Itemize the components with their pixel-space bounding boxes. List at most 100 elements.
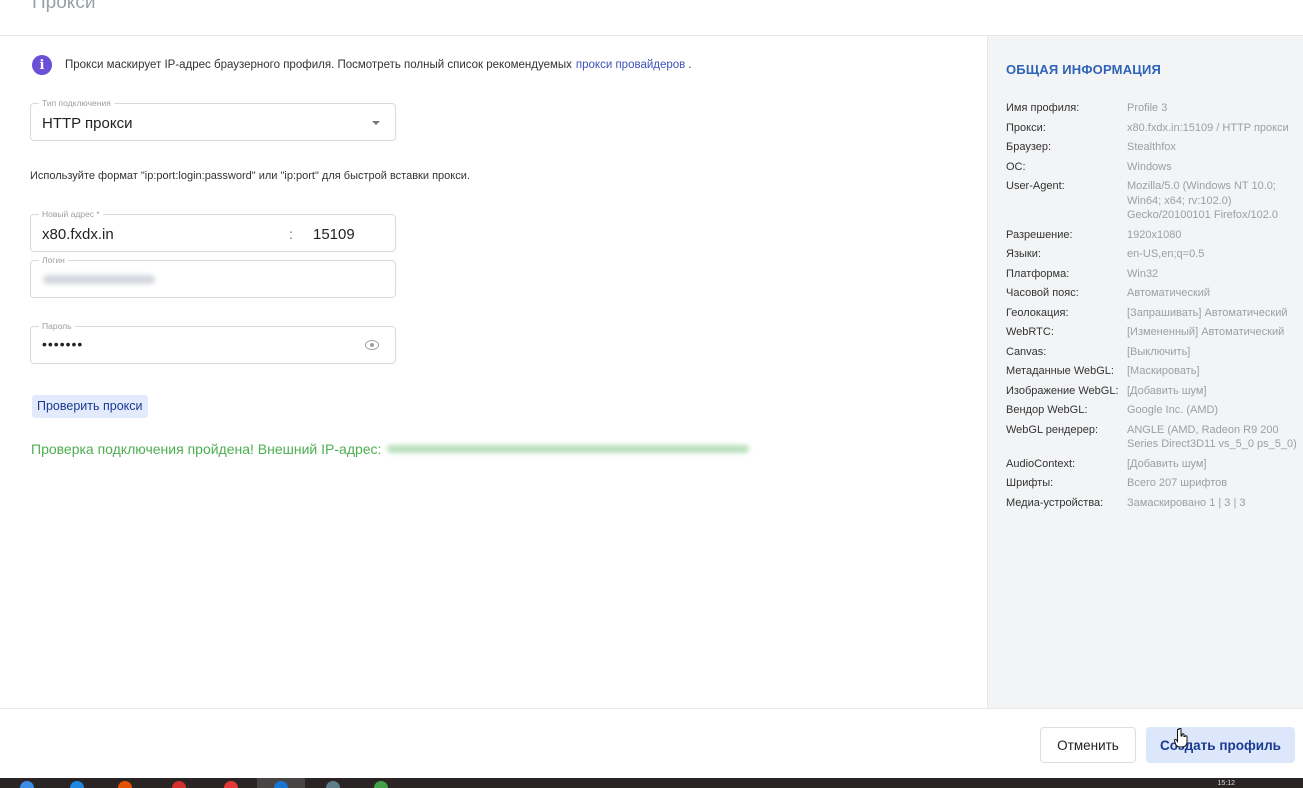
connection-type-select[interactable]: Тип подключения HTTP прокси	[30, 98, 396, 141]
info-row: Прокси: x80.fxdx.in:15109 / HTTP прокси	[1006, 121, 1303, 136]
info-value: x80.fxdx.in:15109 / HTTP прокси	[1127, 121, 1289, 134]
info-value: [Маскировать]	[1127, 365, 1200, 377]
info-label: Разрешение:	[1006, 228, 1073, 241]
create-profile-button[interactable]: Создать профиль	[1146, 727, 1295, 763]
info-label: Canvas:	[1006, 345, 1047, 358]
os-taskbar: 15:12	[0, 778, 1303, 788]
info-label: Шрифты:	[1006, 477, 1054, 489]
info-label: Медиа-устройства:	[1006, 496, 1104, 509]
info-row: Метаданные WebGL: [Маскировать]	[1006, 364, 1303, 379]
app-icon[interactable]	[374, 781, 388, 788]
info-row: Имя профиля: Profile 3	[1006, 101, 1303, 116]
info-label: ОС:	[1006, 160, 1026, 173]
info-value: Автоматический	[1127, 287, 1211, 299]
dialog-footer: Отменить Создать профиль	[0, 708, 1303, 778]
address-port-separator: :	[289, 226, 293, 242]
info-label: WebRTC:	[1006, 326, 1054, 338]
cancel-button[interactable]: Отменить	[1040, 727, 1136, 763]
info-row: Часовой пояс: Автоматический	[1006, 286, 1303, 301]
info-row: Canvas: [Выключить]	[1006, 345, 1303, 360]
login-value-blurred	[43, 275, 155, 284]
connection-success-message: Проверка подключения пройдена! Внешний I…	[31, 441, 750, 457]
providers-link[interactable]: прокси провайдеров	[576, 59, 685, 71]
start-icon[interactable]	[20, 781, 34, 788]
info-row: Медиа-устройства: Замаскировано 1 | 3 | 3	[1006, 496, 1303, 511]
eye-icon[interactable]	[365, 340, 379, 350]
info-label: Вендор WebGL:	[1006, 404, 1088, 416]
general-info-title: ОБЩАЯ ИНФОРМАЦИЯ	[1006, 62, 1162, 77]
password-field[interactable]: Пароль •••••••	[30, 321, 396, 364]
general-info-panel: ОБЩАЯ ИНФОРМАЦИЯ Имя профиля: Profile 3 П…	[987, 36, 1303, 708]
caret-down-icon[interactable]	[372, 121, 380, 125]
info-row: Браузер: Stealthfox	[1006, 140, 1303, 155]
password-label: Пароль	[39, 321, 75, 331]
info-value: [Выключить]	[1127, 345, 1191, 358]
info-value: [Добавить шум]	[1127, 384, 1207, 397]
info-value: Всего 207 шрифтов	[1127, 477, 1228, 489]
info-value: Win32	[1127, 267, 1159, 280]
check-proxy-button[interactable]: Проверить прокси	[32, 395, 148, 418]
connection-type-label: Тип подключения	[39, 98, 114, 108]
proxy-info-text: Прокси маскирует IP-адрес браузерного пр…	[65, 59, 572, 71]
connection-type-value: HTTP прокси	[42, 115, 133, 132]
password-input[interactable]: •••••••	[42, 336, 83, 352]
info-label: Платформа:	[1006, 267, 1070, 280]
info-value: Замаскировано 1 | 3 | 3	[1127, 496, 1246, 509]
info-row: Вендор WebGL: Google Inc. (AMD)	[1006, 403, 1303, 418]
info-label: Прокси:	[1006, 121, 1046, 134]
login-field[interactable]: Логин	[30, 255, 396, 298]
info-value: Google Inc. (AMD)	[1127, 404, 1219, 416]
proxy-info-tail: .	[688, 59, 692, 71]
info-row: ОС: Windows	[1006, 160, 1303, 175]
info-value: Windows	[1127, 160, 1172, 173]
proxy-info-notice: i Прокси маскирует IP-адрес браузерного …	[32, 55, 691, 75]
proxy-address-field[interactable]: Новый адрес * x80.fxdx.in : 15109	[30, 209, 396, 252]
info-row: WebRTC: [Измененный] Автоматический	[1006, 325, 1303, 340]
info-row: WebGL рендерер: ANGLE (AMD, Radeon R9 200…	[1006, 423, 1303, 452]
info-label: Метаданные WebGL:	[1006, 365, 1114, 377]
info-value: [Добавить шум]	[1127, 457, 1207, 470]
hand-cursor-icon	[1174, 728, 1188, 748]
info-row: Языки: en-US,en;q=0.5	[1006, 247, 1303, 262]
info-value: [Измененный] Автоматический	[1127, 326, 1285, 338]
info-row: Разрешение: 1920x1080	[1006, 228, 1303, 243]
info-row: User-Agent: Mozilla/5.0 (Windows NT 10.0;…	[1006, 179, 1303, 223]
info-value: 1920x1080	[1127, 228, 1182, 241]
info-label: User-Agent:	[1006, 180, 1065, 192]
address-input[interactable]: x80.fxdx.in	[42, 226, 114, 243]
info-label: WebGL рендерер:	[1006, 423, 1098, 436]
taskbar-clock[interactable]: 15:12	[1217, 780, 1235, 787]
app-icon[interactable]	[326, 781, 340, 788]
general-info-table: Имя профиля: Profile 3 Прокси: x80.fxdx.in…	[1006, 101, 1303, 515]
info-label: Геолокация:	[1006, 306, 1069, 319]
info-value: [Запрашивать] Автоматический	[1127, 306, 1288, 319]
info-value: Stealthfox	[1127, 141, 1176, 153]
info-icon: i	[32, 55, 52, 75]
login-label: Логин	[39, 255, 68, 265]
info-value: Mozilla/5.0 (Windows NT 10.0; Win64; x64…	[1127, 180, 1279, 221]
page-title: Прокси	[32, 0, 96, 13]
info-row: Изображение WebGL: [Добавить шум]	[1006, 384, 1303, 399]
app-icon[interactable]	[172, 781, 186, 788]
info-label: Имя профиля:	[1006, 102, 1080, 114]
app-icon[interactable]	[224, 781, 238, 788]
info-row: Шрифты: Всего 207 шрифтов	[1006, 476, 1303, 491]
app-icon[interactable]	[118, 781, 132, 788]
format-hint: Используйте формат "ip:port:login:passwo…	[30, 170, 470, 182]
info-label: Изображение WebGL:	[1006, 384, 1119, 397]
info-label: Языки:	[1006, 248, 1041, 260]
success-text: Проверка подключения пройдена! Внешний I…	[31, 441, 382, 457]
browser-icon[interactable]	[70, 781, 84, 788]
info-row: Платформа: Win32	[1006, 267, 1303, 282]
page-header: Прокси	[0, 0, 1303, 36]
info-row: Геолокация: [Запрашивать] Автоматический	[1006, 306, 1303, 321]
info-label: AudioContext:	[1006, 457, 1076, 470]
info-value: ANGLE (AMD, Radeon R9 200 Series Direct3…	[1127, 423, 1297, 451]
info-value: en-US,en;q=0.5	[1127, 248, 1205, 260]
info-label: Браузер:	[1006, 141, 1052, 153]
external-ip-blurred	[387, 445, 750, 453]
port-input[interactable]: 15109	[313, 226, 355, 243]
address-label: Новый адрес *	[39, 209, 103, 219]
active-app-icon[interactable]	[274, 781, 288, 788]
info-value: Profile 3	[1127, 102, 1168, 114]
